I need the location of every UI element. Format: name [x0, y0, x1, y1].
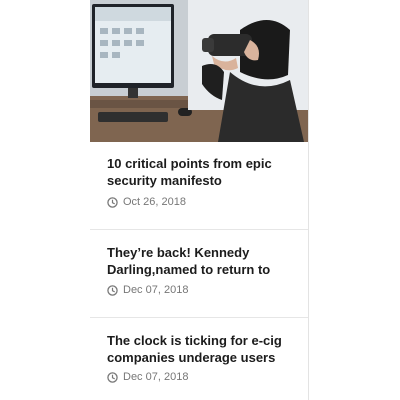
clock-icon — [107, 284, 118, 296]
article-title: The clock is ticking for e-cig companies… — [107, 333, 282, 365]
article-date-text: Dec 07, 2018 — [123, 371, 189, 383]
clock-icon — [107, 196, 118, 208]
article-title: They’re back! Kennedy Darling,named to r… — [107, 245, 271, 277]
article-card[interactable]: 10 critical points from epic security ma… — [90, 142, 308, 230]
article-title-link[interactable]: The clock is ticking for e-cig companies… — [107, 332, 302, 366]
article-list: 10 critical points from epic security ma… — [90, 0, 309, 400]
article-title: 10 critical points from epic security ma… — [107, 156, 272, 188]
clock-icon — [107, 371, 118, 383]
article-card[interactable]: The clock is ticking for e-cig companies… — [90, 318, 308, 400]
article-card[interactable]: They’re back! Kennedy Darling,named to r… — [90, 230, 308, 317]
article-date-text: Oct 26, 2018 — [123, 196, 186, 208]
hero-image[interactable] — [90, 0, 308, 142]
article-title-link[interactable]: They’re back! Kennedy Darling,named to r… — [107, 244, 302, 278]
article-title-link[interactable]: 10 critical points from epic security ma… — [107, 155, 302, 189]
article-date: Dec 07, 2018 — [107, 284, 188, 296]
article-date: Oct 26, 2018 — [107, 196, 186, 208]
article-date-text: Dec 07, 2018 — [123, 284, 189, 296]
article-date: Dec 07, 2018 — [107, 371, 188, 383]
